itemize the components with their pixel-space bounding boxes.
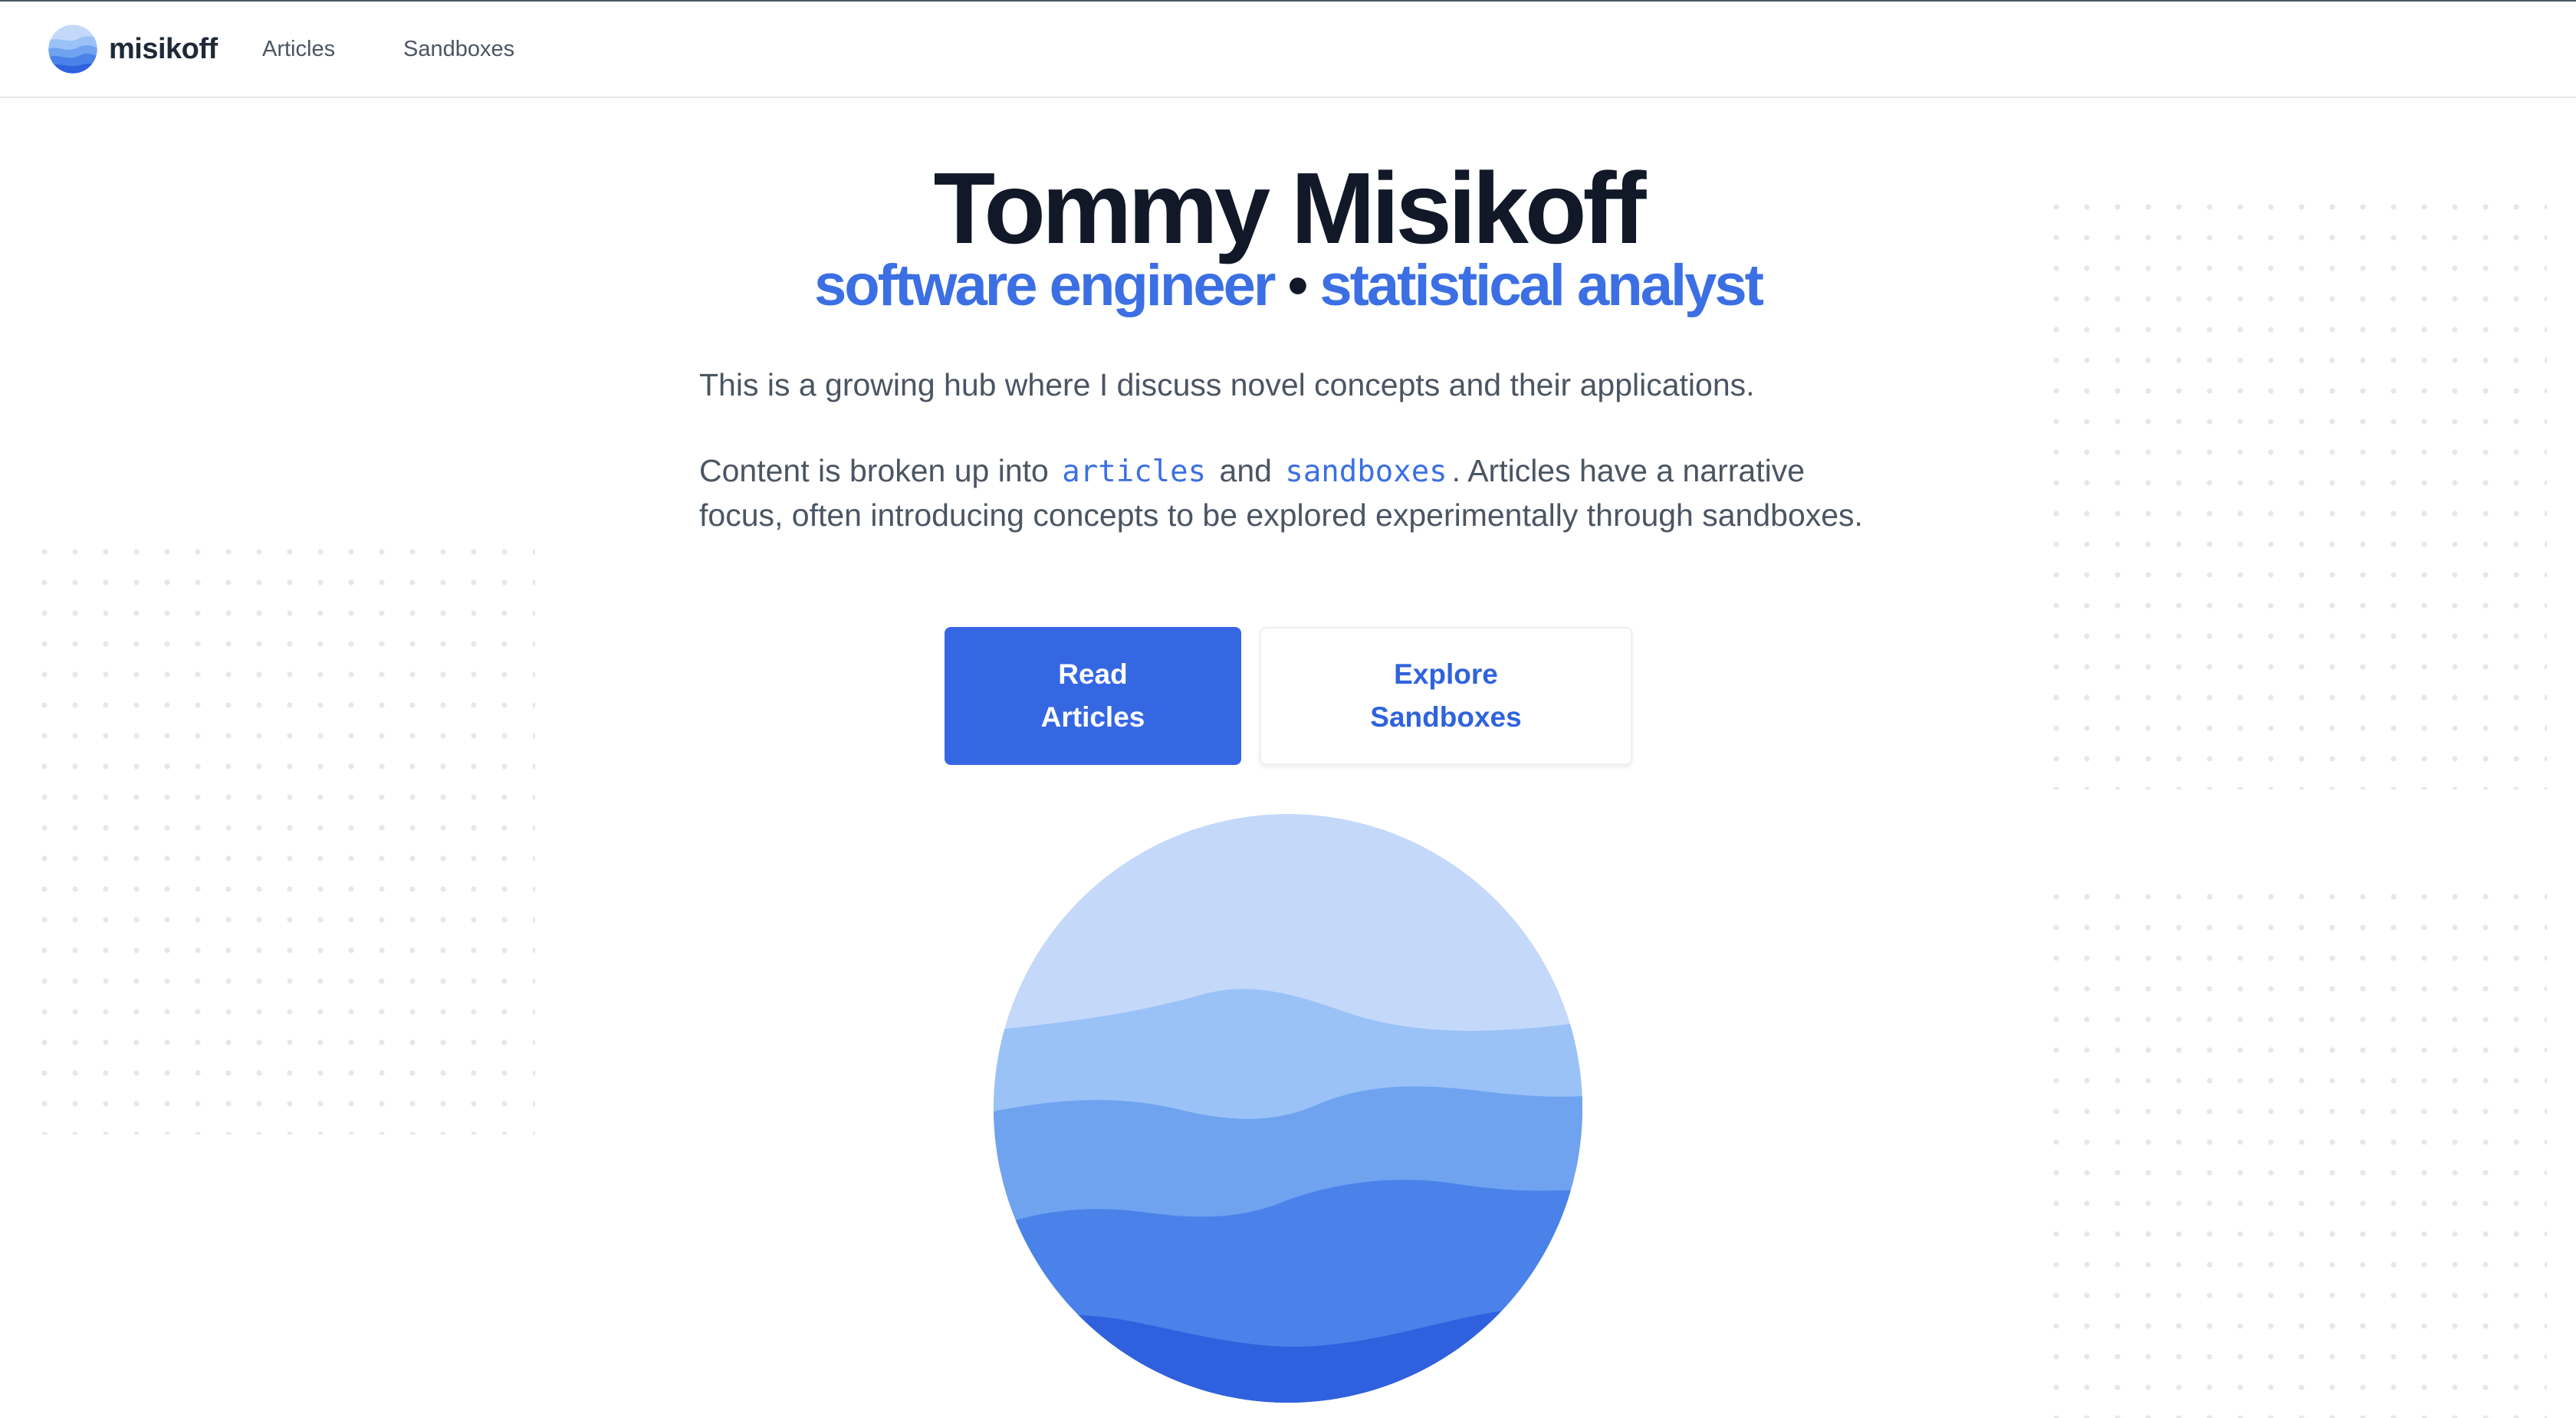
subtitle-role-statistical-analyst: statistical analyst (1319, 253, 1764, 318)
wave-globe-icon (48, 25, 97, 74)
dot-pattern-right-bottom (2041, 881, 2547, 1418)
subtitle-separator: • (1287, 253, 1309, 318)
articles-code-link[interactable]: articles (1057, 455, 1211, 489)
intro-paragraph-1: This is a growing hub where I discuss no… (699, 367, 1755, 402)
navbar: misikoff Articles Sandboxes (0, 2, 2576, 98)
intro-text-middle: and (1219, 453, 1272, 488)
dot-pattern-left (29, 537, 535, 1134)
explore-sandboxes-button[interactable]: Explore Sandboxes (1260, 627, 1632, 765)
read-articles-button-line-2: Articles (1040, 701, 1145, 733)
nav-link-articles[interactable]: Articles (262, 37, 335, 62)
wave-globe-illustration (994, 814, 1582, 1403)
brand-name: misikoff (109, 32, 218, 65)
brand-link[interactable]: misikoff (48, 23, 218, 75)
read-articles-button-line-1: Read (1058, 658, 1128, 690)
explore-sandboxes-button-line-1: Explore (1394, 658, 1498, 690)
read-articles-button[interactable]: Read Articles (945, 627, 1241, 765)
explore-sandboxes-button-line-2: Sandboxes (1370, 701, 1522, 733)
hero-subtitle: software engineer • statistical analyst (0, 251, 2576, 320)
subtitle-role-software-engineer: software engineer (814, 253, 1276, 318)
sandboxes-code-link[interactable]: sandboxes (1280, 455, 1451, 489)
intro-paragraph-2: Content is broken up into articles and s… (699, 449, 1880, 537)
nav-link-sandboxes[interactable]: Sandboxes (403, 37, 514, 62)
intro-text-prefix: Content is broken up into (699, 453, 1049, 488)
